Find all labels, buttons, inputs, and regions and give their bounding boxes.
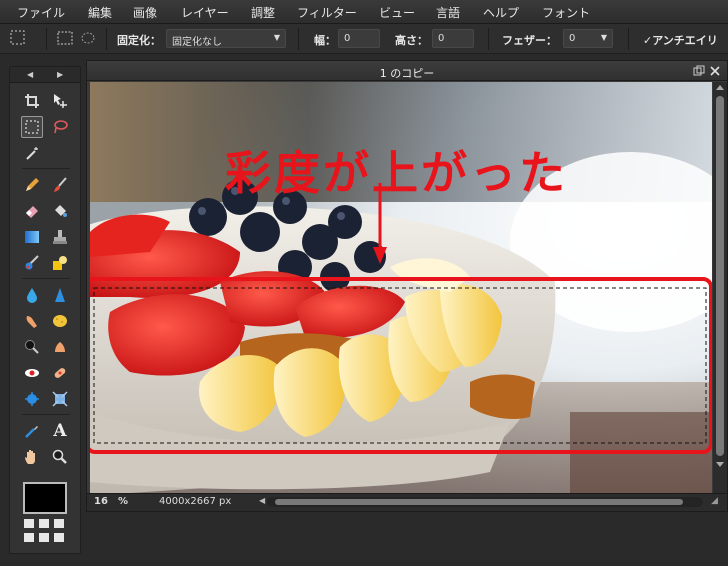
magic-wand-icon[interactable] [21, 142, 43, 164]
document-window: 1 のコピー 彩度が上がった 16 % 4000x2667 px ◀ ◢ [86, 60, 728, 512]
pencil-icon[interactable] [21, 174, 43, 196]
options-bar: 固定化： 固定化なし ▼ 幅： 0 高さ： 0 フェザー： 0 ▼ ✓アンチエイ… [0, 24, 728, 54]
spot-heal-icon[interactable] [49, 362, 71, 384]
feather-input[interactable]: 0 ▼ [563, 29, 613, 48]
smudge-icon[interactable] [21, 310, 43, 332]
crop-icon[interactable] [21, 90, 43, 112]
arrow-right-icon[interactable]: ▶ [57, 70, 63, 79]
sharpen-icon[interactable] [49, 284, 71, 306]
pinch-icon[interactable] [49, 388, 71, 410]
chevron-down-icon: ▼ [273, 33, 280, 42]
separator [628, 28, 629, 50]
feather-label: フェザー： [502, 34, 557, 47]
color-replace-icon[interactable] [21, 252, 43, 274]
menu-view[interactable]: ビュー [379, 4, 415, 21]
move-icon[interactable] [49, 90, 71, 112]
dodge-icon[interactable] [21, 336, 43, 358]
menu-adjust[interactable]: 調整 [251, 4, 275, 21]
zoom-value[interactable]: 16 [94, 496, 108, 507]
bloat-icon[interactable] [21, 388, 43, 410]
blur-icon[interactable] [21, 284, 43, 306]
document-title: 1 のコピー [379, 67, 435, 80]
menu-help[interactable]: ヘルプ [483, 4, 519, 21]
burn-icon[interactable] [49, 336, 71, 358]
fix-label: 固定化： [117, 34, 161, 47]
separator [46, 28, 47, 50]
fix-dropdown[interactable]: 固定化なし ▼ [166, 29, 286, 48]
width-label: 幅： [314, 34, 336, 47]
zoom-icon[interactable] [49, 446, 71, 468]
menu-image[interactable]: 画像 [133, 4, 157, 21]
menu-font[interactable]: フォント [542, 4, 590, 21]
text-icon[interactable]: A [49, 420, 71, 442]
clone-stamp-icon[interactable] [49, 226, 71, 248]
menu-filter[interactable]: フィルター [297, 4, 357, 21]
annotation-text: 彩度が上がった [225, 146, 568, 200]
resize-grip-icon[interactable]: ◢ [711, 496, 718, 506]
separator [488, 28, 489, 50]
marquee-select-icon[interactable] [9, 29, 27, 47]
marquee-icon[interactable] [21, 116, 43, 138]
eraser-icon[interactable] [21, 200, 43, 222]
gradient-icon[interactable] [21, 226, 43, 248]
width-input[interactable]: 0 [338, 29, 380, 48]
height-input[interactable]: 0 [432, 29, 474, 48]
restore-icon[interactable] [693, 65, 705, 77]
chevron-down-icon: ▼ [600, 33, 607, 42]
menu-edit[interactable]: 編集 [88, 4, 112, 21]
feather-value: 0 [569, 33, 576, 44]
hand-icon[interactable] [21, 446, 43, 468]
lasso-icon[interactable] [49, 116, 71, 138]
close-icon[interactable] [709, 65, 721, 77]
bucket-icon[interactable] [49, 200, 71, 222]
shapes-icon[interactable] [49, 252, 71, 274]
brush-icon[interactable] [49, 174, 71, 196]
red-eye-icon[interactable] [21, 362, 43, 384]
eyedropper-icon[interactable] [21, 420, 43, 442]
horizontal-scrollbar[interactable] [267, 497, 703, 507]
antialias-label: アンチエイリ [652, 34, 718, 47]
height-label: 高さ： [395, 34, 428, 47]
tools-nav: ◀ ▶ [10, 67, 80, 83]
horizontal-scroll-thumb[interactable] [275, 499, 683, 505]
image-canvas[interactable]: 彩度が上がった [90, 82, 712, 493]
sponge-icon[interactable] [49, 310, 71, 332]
checkmark-icon: ✓ [643, 34, 653, 47]
separator [298, 28, 299, 50]
document-titlebar[interactable]: 1 のコピー [87, 61, 727, 81]
menu-bar: ファイル 編集 画像 レイヤー 調整 フィルター ビュー 言語 ヘルプ フォント [0, 0, 728, 24]
app-window: ファイル 編集 画像 レイヤー 調整 フィルター ビュー 言語 ヘルプ フォント… [0, 0, 728, 566]
antialias-checkbox[interactable]: ✓アンチエイリ [643, 32, 718, 48]
rect-selection-icon[interactable] [56, 29, 74, 47]
fix-value: 固定化なし [172, 37, 222, 48]
menu-file[interactable]: ファイル [17, 4, 65, 21]
image-dimensions: 4000x2667 px [159, 496, 232, 507]
tools-panel: ◀ ▶ A [9, 66, 81, 554]
menu-layer[interactable]: レイヤー [181, 4, 229, 21]
color-swatch[interactable] [23, 482, 67, 514]
vertical-scrollbar[interactable] [713, 82, 727, 493]
zoom-unit: % [118, 496, 129, 507]
scroll-left-icon[interactable]: ◀ [259, 496, 265, 505]
menu-language[interactable]: 言語 [436, 4, 460, 21]
arrow-left-icon[interactable]: ◀ [27, 70, 33, 79]
ellipse-selection-icon[interactable] [80, 29, 98, 47]
separator [106, 28, 107, 50]
